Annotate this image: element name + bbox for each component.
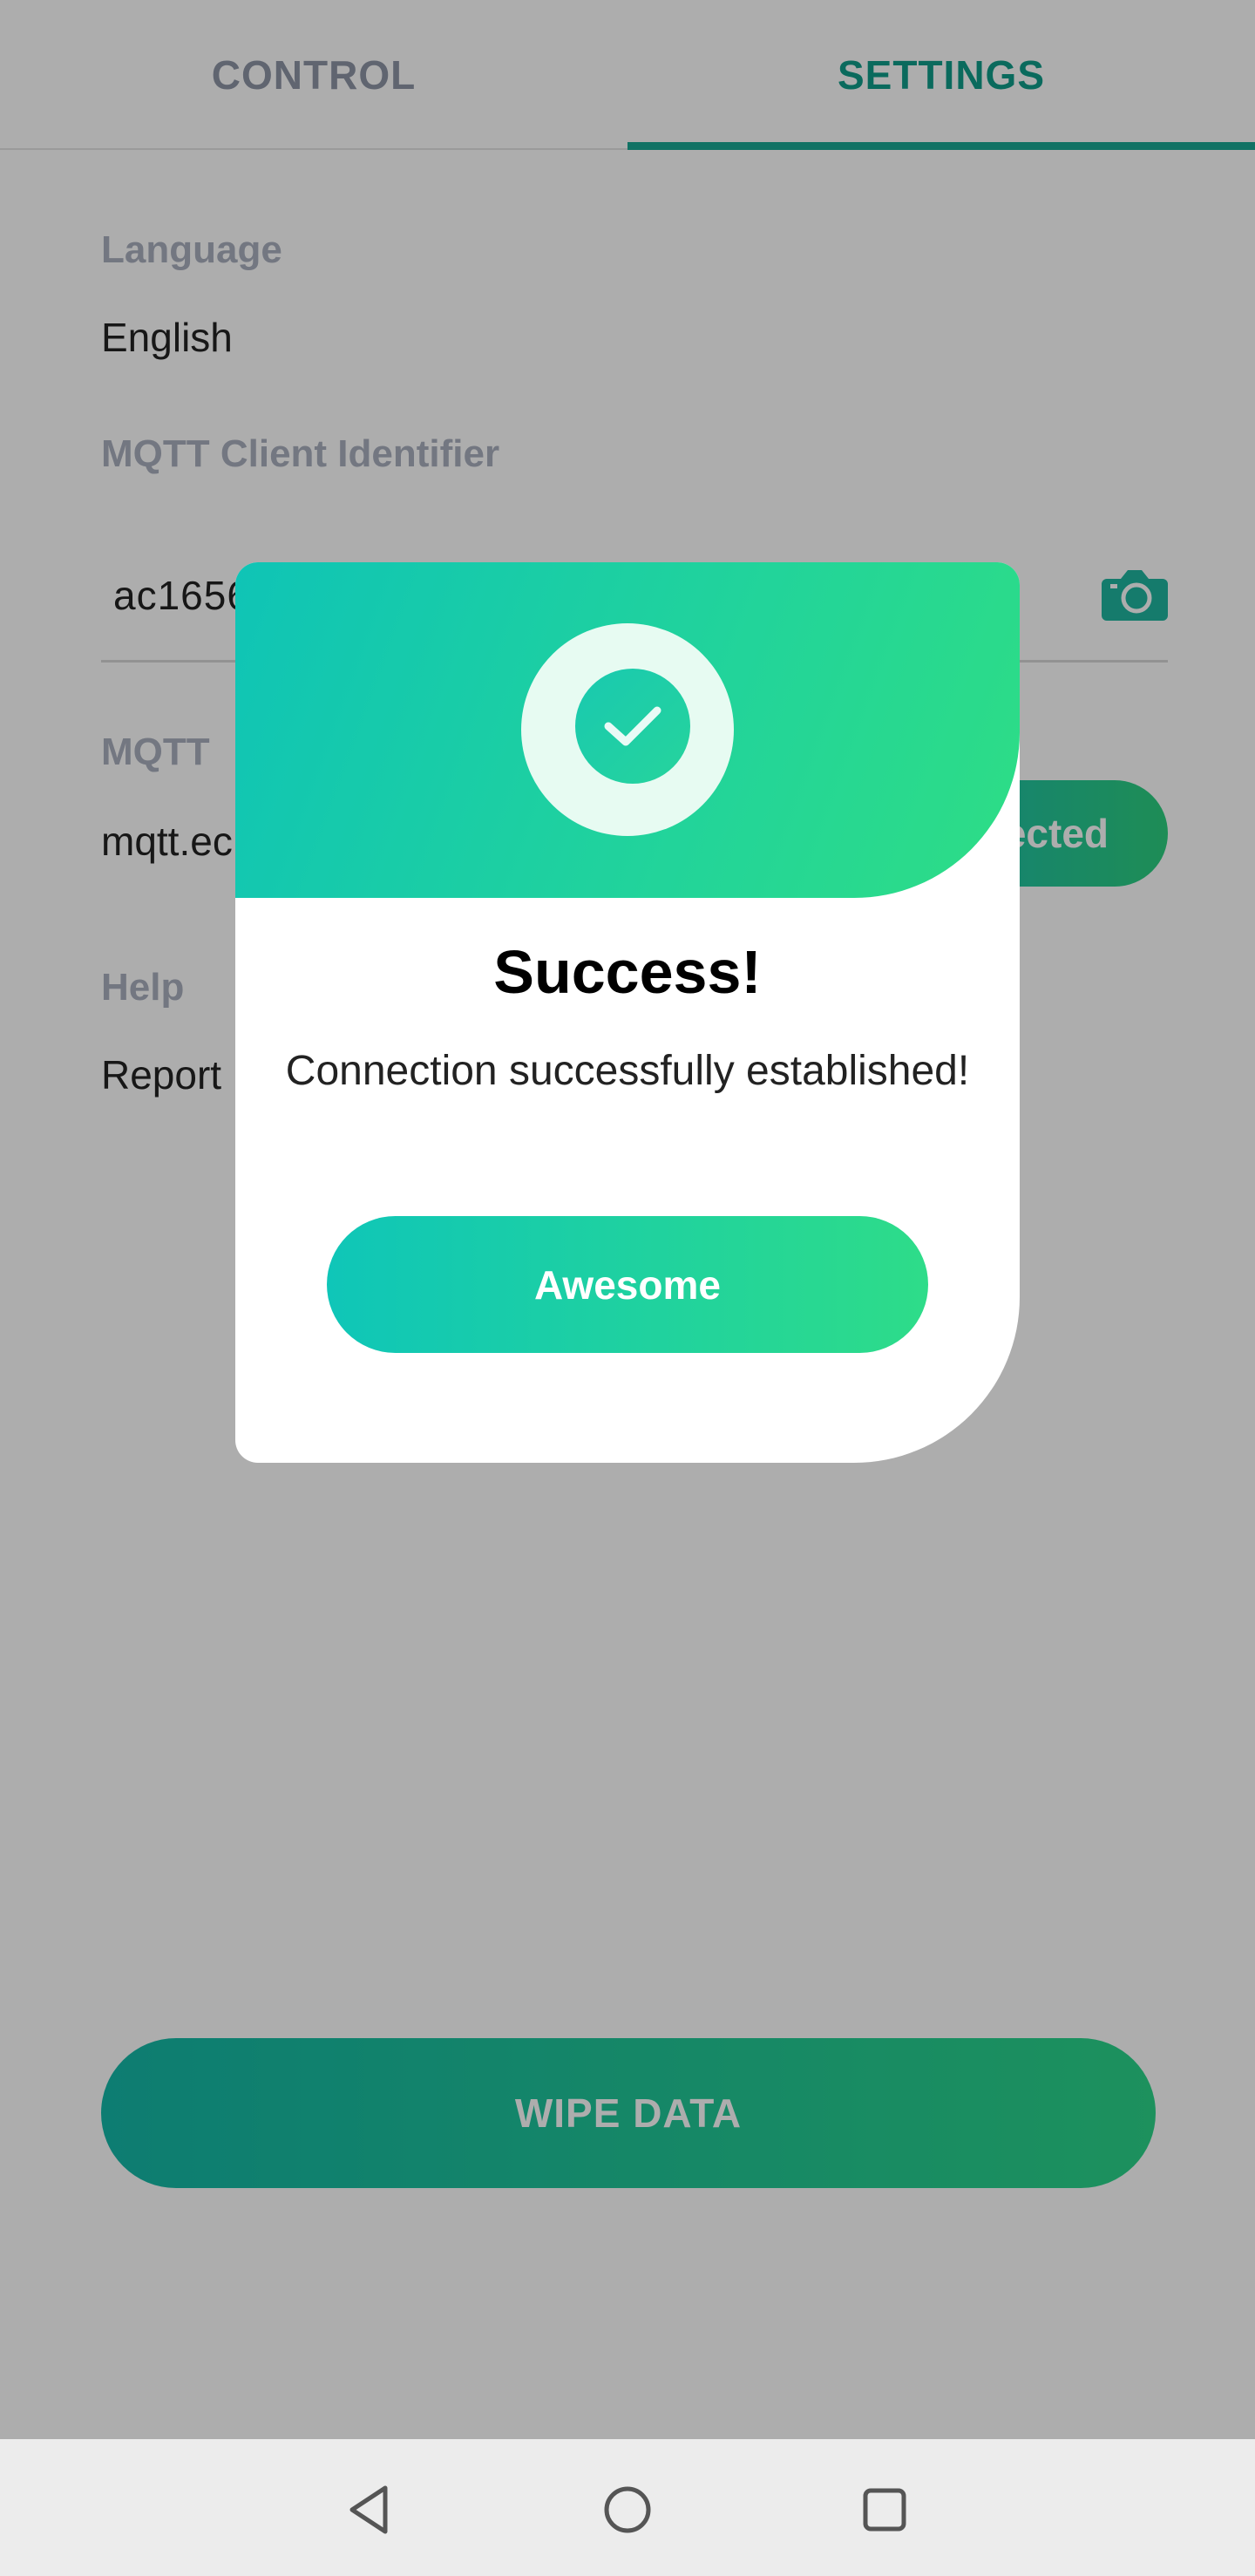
system-nav-bar [0, 2439, 1255, 2576]
home-icon[interactable] [597, 2479, 658, 2540]
awesome-button[interactable]: Awesome [327, 1216, 928, 1353]
dialog-header [235, 562, 1020, 898]
recents-icon[interactable] [854, 2479, 915, 2540]
check-circle-badge [521, 623, 734, 836]
success-dialog: Success! Connection successfully establi… [235, 562, 1020, 1463]
back-icon[interactable] [340, 2479, 401, 2540]
check-circle-icon [575, 669, 690, 784]
dialog-title: Success! [493, 938, 762, 1006]
dialog-message: Connection successfully established! [285, 1048, 970, 1094]
